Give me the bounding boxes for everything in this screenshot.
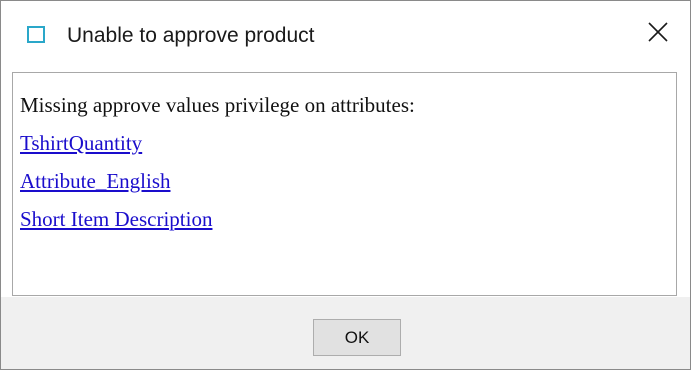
message-heading: Missing approve values privilege on attr… xyxy=(20,93,415,117)
close-button[interactable] xyxy=(628,1,690,61)
attribute-link-tshirtquantity[interactable]: TshirtQuantity xyxy=(20,124,142,162)
ok-button[interactable]: OK xyxy=(313,319,401,356)
window-app-icon xyxy=(27,26,45,43)
attribute-link-short-item-description[interactable]: Short Item Description xyxy=(20,200,212,238)
error-dialog: Unable to approve product Missing approv… xyxy=(0,0,691,370)
window-title: Unable to approve product xyxy=(67,24,315,47)
attribute-link-attribute-english[interactable]: Attribute_English xyxy=(20,162,171,200)
close-icon xyxy=(648,22,668,42)
message-panel: Missing approve values privilege on attr… xyxy=(12,72,677,296)
title-bar[interactable]: Unable to approve product xyxy=(1,1,690,61)
dialog-footer: OK xyxy=(1,297,690,369)
